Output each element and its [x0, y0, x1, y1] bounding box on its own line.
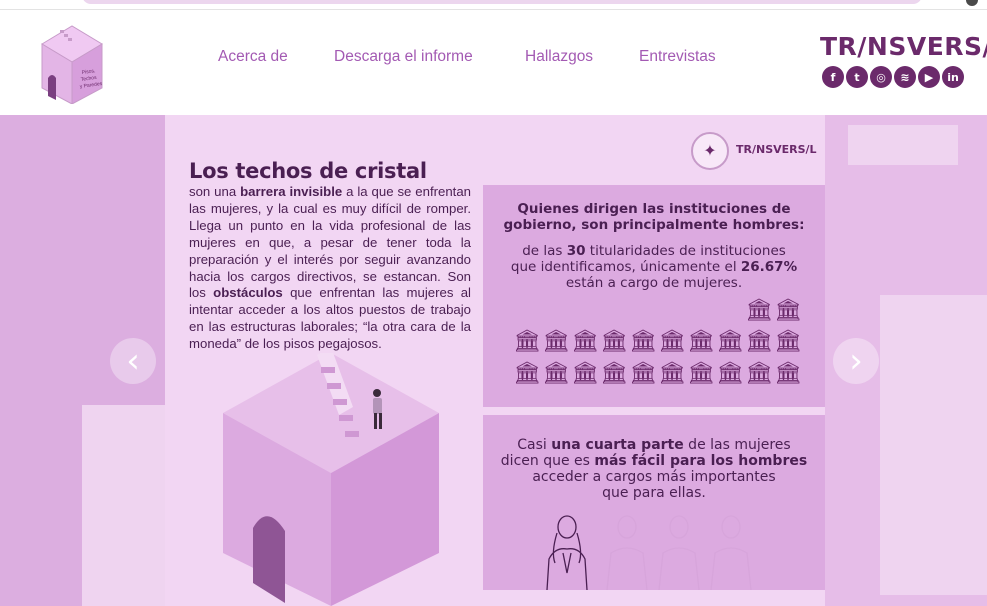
- institution-building-icon: 🏛: [542, 329, 570, 354]
- institution-building-icon: 🏛: [774, 329, 802, 354]
- institution-building-icon: 🏛: [745, 329, 773, 354]
- institution-building-icon: 🏛: [745, 298, 773, 323]
- institution-seal-icon: ✦: [691, 132, 729, 170]
- building-illustration: [223, 353, 439, 606]
- slide-paragraph: son una barrera invisible a la que se en…: [189, 184, 471, 353]
- institution-building-icon: 🏛: [716, 329, 744, 354]
- linkedin-icon[interactable]: in: [942, 66, 964, 88]
- institution-building-icon: 🏛: [571, 361, 599, 386]
- nav-entrevistas[interactable]: Entrevistas: [639, 48, 716, 66]
- card2-text-line: dicen que es más fácil para los hombres: [500, 453, 808, 469]
- institution-building-icon: 🏛: [745, 361, 773, 386]
- instagram-icon[interactable]: ◎: [870, 66, 892, 88]
- institution-building-icon: 🏛: [687, 329, 715, 354]
- card1-heading-line: gobierno, son principalmente hombres:: [503, 217, 805, 233]
- card2-text-line: Casi una cuarta parte de las mujeres: [517, 437, 791, 453]
- institution-building-icon: 🏛: [600, 361, 628, 386]
- card1-text-line: de las 30 titularidades de instituciones: [522, 243, 786, 259]
- card1-heading-line: Quienes dirigen las instituciones de: [517, 201, 791, 217]
- institution-building-icon: 🏛: [658, 329, 686, 354]
- youtube-icon[interactable]: ▶: [918, 66, 940, 88]
- institution-building-icon: 🏛: [571, 329, 599, 354]
- slide-title: Los techos de cristal: [189, 159, 427, 183]
- institution-building-icon: 🏛: [716, 361, 744, 386]
- twitter-icon[interactable]: t: [846, 66, 868, 88]
- paragraph-bold-text: obstáculos: [213, 285, 283, 301]
- women-figures-illustration: [546, 515, 752, 590]
- site-header: Pisos, Techos y Paredes Acerca de Descar…: [0, 9, 987, 115]
- institution-building-icon: 🏛: [629, 329, 657, 354]
- slide-brand-logo: TR/NSVERS/L: [736, 143, 817, 156]
- nav-hallazgos[interactable]: Hallazgos: [525, 48, 593, 66]
- institution-building-icon: 🏛: [774, 361, 802, 386]
- paragraph-bold-text: barrera invisible: [240, 184, 343, 199]
- institution-icons-grid: 🏛 🏛 🏛 🏛 🏛 🏛 🏛 🏛 🏛 🏛 🏛 🏛 🏛 🏛 🏛 🏛 🏛 🏛 🏛 🏛 🏛 🏛: [483, 295, 825, 405]
- background-block: [848, 125, 958, 165]
- paragraph-text: a la que se enfrentan las mujeres, y la …: [189, 184, 472, 301]
- card1-text-line: que identificamos, únicamente el 26.67%: [510, 259, 798, 275]
- nav-descarga-informe[interactable]: Descarga el informe: [334, 48, 473, 66]
- background-block: [82, 405, 165, 606]
- brand-logo[interactable]: TR/NSVERS/L: [820, 32, 987, 61]
- profile-dot[interactable]: [966, 0, 978, 6]
- carousel-slide: Los techos de cristal son una barrera in…: [165, 115, 825, 606]
- institution-building-icon: 🏛: [513, 361, 541, 386]
- card2-text-line: que para ellas.: [602, 485, 706, 501]
- address-bar[interactable]: [82, 0, 922, 4]
- site-logo[interactable]: Pisos, Techos y Paredes: [38, 22, 106, 105]
- background-block: [880, 295, 987, 595]
- browser-top-strip: [0, 0, 987, 9]
- paragraph-text: son una: [189, 184, 241, 199]
- facebook-icon[interactable]: f: [822, 66, 844, 88]
- hero-carousel: Los techos de cristal son una barrera in…: [0, 115, 987, 606]
- institution-building-icon: 🏛: [600, 329, 628, 354]
- carousel-next-button[interactable]: ›: [833, 338, 879, 384]
- stat-card-perception: Casi una cuarta parte de las mujeres dic…: [483, 415, 825, 590]
- social-links: f t ◎ ≋ ▶ in: [822, 66, 964, 88]
- institution-building-icon: 🏛: [513, 329, 541, 354]
- institution-building-icon: 🏛: [629, 361, 657, 386]
- card2-text-line: acceder a cargos más importantes: [532, 469, 776, 485]
- nav-acerca-de[interactable]: Acerca de: [218, 48, 288, 66]
- stat-card-government: Quienes dirigen las instituciones de gob…: [483, 185, 825, 407]
- carousel-prev-button[interactable]: ‹: [110, 338, 156, 384]
- institution-building-icon: 🏛: [658, 361, 686, 386]
- card1-text-line: están a cargo de mujeres.: [565, 275, 743, 291]
- spotify-icon[interactable]: ≋: [894, 66, 916, 88]
- institution-building-icon: 🏛: [774, 298, 802, 323]
- institution-building-icon: 🏛: [542, 361, 570, 386]
- institution-building-icon: 🏛: [687, 361, 715, 386]
